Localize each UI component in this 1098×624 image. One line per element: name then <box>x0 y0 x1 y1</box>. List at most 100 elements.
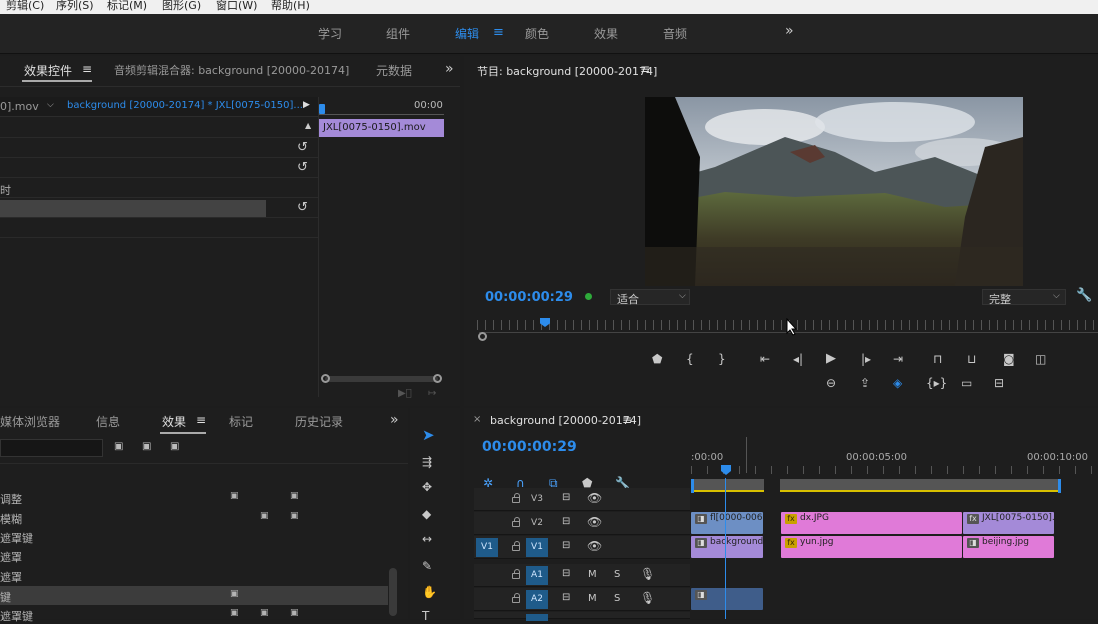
scroll-handle-left[interactable] <box>321 374 330 383</box>
tab-markers[interactable]: 标记 <box>229 413 253 430</box>
ripple-edit-tool-icon[interactable]: ✥ <box>422 480 432 494</box>
list-item-selected[interactable]: 键 ▣ <box>0 586 388 605</box>
work-area-end[interactable] <box>1058 479 1061 493</box>
menu-sequence[interactable]: 序列(S) <box>56 0 94 12</box>
sync-lock-icon[interactable]: ⊟ <box>562 539 570 553</box>
sync-lock-icon[interactable]: ⊟ <box>562 515 570 529</box>
wrench-icon[interactable]: 🔧 <box>1076 288 1092 303</box>
type-tool-icon[interactable]: T <box>422 609 429 623</box>
safe-margins-icon[interactable]: ▭ <box>961 376 972 390</box>
lift-icon[interactable]: ⊓ <box>933 352 942 366</box>
zoom-handle[interactable] <box>478 332 487 341</box>
list-item[interactable]: 遮罩键 ▣ ▣ ▣ <box>0 605 388 624</box>
track-label-v1[interactable]: V1 <box>526 538 548 557</box>
microphone-icon[interactable]: 🎙 <box>640 591 655 605</box>
export-icon[interactable]: ⇪ <box>860 376 870 390</box>
list-item[interactable]: 遮罩键 <box>0 527 388 546</box>
work-area-bar[interactable] <box>691 479 1061 492</box>
reset-icon[interactable]: ↺ <box>297 140 308 155</box>
mini-playhead[interactable] <box>319 104 325 114</box>
close-icon[interactable]: × <box>473 414 481 425</box>
step-back-icon[interactable]: ◂| <box>793 352 803 366</box>
workspace-effects[interactable]: 效果 <box>594 25 618 42</box>
timeline-title[interactable]: background [20000-20174] <box>490 414 641 427</box>
workspace-menu-icon[interactable]: ≡ <box>493 25 504 40</box>
collapse-icon[interactable]: ▲ <box>305 121 311 130</box>
track-label-a3[interactable] <box>526 614 548 621</box>
workspace-editing[interactable]: 编辑 <box>455 25 479 42</box>
mute-button[interactable]: M <box>588 568 597 582</box>
sync-lock-icon[interactable]: ⊟ <box>562 567 570 581</box>
slip-tool-icon[interactable]: ↔ <box>422 532 432 546</box>
clip-v1-background[interactable]: ◨ background <box>691 536 763 558</box>
panel-overflow-icon[interactable]: » <box>445 61 454 77</box>
list-item[interactable]: 调整 ▣ ▣ <box>0 488 388 507</box>
track-label-a2[interactable]: A2 <box>526 590 548 609</box>
pen-tool-icon[interactable]: ✎ <box>422 559 432 573</box>
mute-button[interactable]: M <box>588 592 597 606</box>
clip-v2-jxl[interactable]: fxJXL[0075-0150].m <box>963 512 1054 534</box>
source-clip-label[interactable]: 0].mov <box>0 100 39 113</box>
menu-graphics[interactable]: 图形(G) <box>162 0 201 12</box>
mark-in-icon[interactable]: { <box>686 352 694 366</box>
program-video-frame[interactable] <box>645 97 1023 286</box>
play-clip-icon[interactable]: ▶ <box>303 100 310 110</box>
menu-clip[interactable]: 剪辑(C) <box>6 0 44 12</box>
tab-media-browser[interactable]: 媒体浏览器 <box>0 413 60 430</box>
sync-lock-icon[interactable]: ⊟ <box>562 591 570 605</box>
menu-marker[interactable]: 标记(M) <box>107 0 147 12</box>
workspace-assembly[interactable]: 组件 <box>386 25 410 42</box>
lock-icon[interactable] <box>512 593 520 603</box>
vertical-scrollbar[interactable] <box>389 568 397 616</box>
track-label-a1[interactable]: A1 <box>526 566 548 585</box>
jump-icon[interactable]: ↦ <box>428 388 436 399</box>
sequence-clip-label[interactable]: background [20000-20174] * JXL[0075-0150… <box>67 100 303 111</box>
loop-icon[interactable]: ⊖ <box>826 376 836 390</box>
go-to-out-icon[interactable]: ⇥ <box>893 352 903 366</box>
scroll-handle-right[interactable] <box>433 374 442 383</box>
play-icon[interactable]: ▶ <box>826 352 836 366</box>
hand-tool-icon[interactable]: ✋ <box>422 585 437 599</box>
comparison-view-icon[interactable]: ◫ <box>1035 352 1046 366</box>
solo-button[interactable]: S <box>614 592 620 606</box>
list-item[interactable]: 遮罩 <box>0 546 388 565</box>
quality-dropdown[interactable]: 完整 ⌵ <box>982 289 1066 306</box>
workspace-color[interactable]: 颜色 <box>525 25 549 42</box>
eye-icon[interactable]: 👁 <box>587 515 602 529</box>
track-select-tool-icon[interactable]: ⇶ <box>422 455 432 469</box>
timeline-ruler[interactable] <box>691 466 1098 474</box>
clip-v1-beijing[interactable]: ◨ beijing.jpg <box>963 536 1054 558</box>
mini-timeline-clip[interactable]: JXL[0075-0150].mov <box>319 119 444 137</box>
effects-search-input[interactable] <box>0 439 103 457</box>
razor-tool-icon[interactable]: ◆ <box>422 507 431 521</box>
extract-icon[interactable]: ⊔ <box>967 352 976 366</box>
workspace-overflow-icon[interactable]: » <box>785 23 794 39</box>
panel-menu-icon[interactable]: ≡ <box>82 62 92 76</box>
clip-v2-dx[interactable]: fx dx.JPG <box>781 512 962 534</box>
add-marker-icon[interactable]: ⬟ <box>652 352 662 366</box>
tab-metadata[interactable]: 元数据 <box>376 62 412 79</box>
lock-icon[interactable] <box>512 569 520 579</box>
source-patch-v1[interactable]: V1 <box>476 538 498 557</box>
eye-icon[interactable]: 👁 <box>587 491 602 505</box>
clip-v2-fl[interactable]: ◨ fl[0000-006 <box>691 512 763 534</box>
tab-history[interactable]: 历史记录 <box>295 413 343 430</box>
tab-audio-clip-mixer[interactable]: 音频剪辑混合器: background [20000-20174] <box>114 62 349 78</box>
program-menu-icon[interactable]: ≡ <box>640 62 650 76</box>
yuv-effects-icon[interactable]: ▣ <box>170 441 179 452</box>
vr-icon[interactable]: ⊟ <box>994 376 1004 390</box>
work-area-start[interactable] <box>691 479 694 493</box>
tab-effects[interactable]: 效果 <box>162 413 186 430</box>
lock-icon[interactable] <box>512 493 520 503</box>
camera-icon[interactable]: ◙ <box>1003 352 1015 366</box>
chevron-down-icon[interactable]: ⌵ <box>47 100 54 110</box>
sync-lock-icon[interactable]: ⊟ <box>562 491 570 505</box>
lock-icon[interactable] <box>512 517 520 527</box>
workspace-audio[interactable]: 音频 <box>663 25 687 42</box>
accelerated-effects-icon[interactable]: ▣ <box>114 441 123 452</box>
horizontal-scrollbar[interactable] <box>325 376 438 382</box>
reset-icon[interactable]: ↺ <box>297 200 308 215</box>
selection-tool-icon[interactable]: ➤ <box>422 428 435 443</box>
program-timecode[interactable]: 00:00:00:29 <box>485 290 573 305</box>
trim-icon[interactable]: {▸} <box>926 376 947 390</box>
